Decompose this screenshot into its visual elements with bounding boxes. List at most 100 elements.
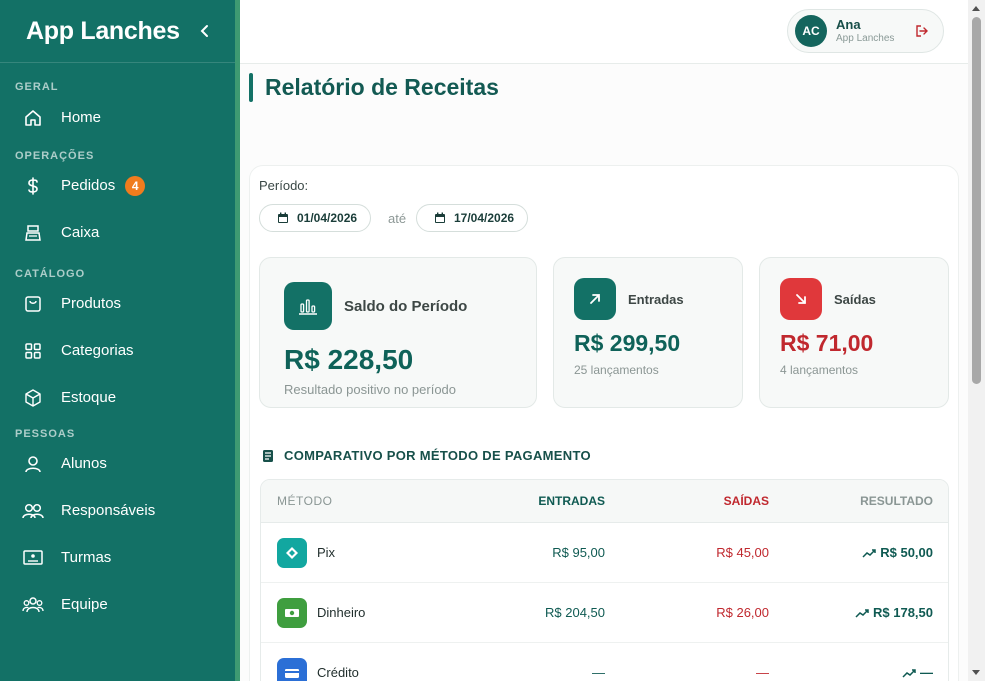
arrow-down-right-icon [780, 278, 822, 320]
sidebar-item-label: Home [61, 109, 102, 126]
start-date: 01/04/2026 [297, 211, 358, 225]
income-sub: 25 lançamentos [574, 363, 659, 377]
team-icon [22, 594, 44, 616]
box-icon [22, 387, 44, 409]
expense-card: Saídas R$ 71,00 4 lançamentos [759, 257, 949, 408]
expense-sub: 4 lançamentos [780, 363, 859, 377]
sidebar-item-produtos[interactable]: Produtos [0, 280, 235, 327]
page-header: Relatório de Receitas [249, 73, 499, 102]
method-name: Pix [317, 545, 336, 560]
users-icon [22, 500, 44, 522]
user-name: Ana [836, 17, 861, 33]
income-card: Entradas R$ 299,50 25 lançamentos [553, 257, 743, 408]
title-accent-bar [249, 73, 253, 102]
header-result: RESULTADO [860, 494, 933, 508]
credit-card-icon [277, 657, 307, 681]
logout-icon[interactable] [915, 24, 929, 38]
end-date-picker[interactable]: 17/04/2026 [416, 204, 529, 232]
period-separator: até [388, 211, 407, 226]
pix-icon [277, 537, 307, 568]
method-name: Crédito [317, 665, 359, 680]
income-amount: R$ 95,00 [552, 545, 605, 560]
sidebar-item-label: Estoque [61, 389, 117, 406]
expense-value: R$ 71,00 [780, 330, 874, 356]
topbar: AC Ana App Lanches [240, 0, 968, 64]
table-row: Crédito — — — [261, 643, 948, 681]
expense-amount: R$ 45,00 [716, 545, 769, 560]
payment-method-table: MÉTODO ENTRADAS SAÍDAS RESULTADO Pix R$ … [260, 479, 949, 681]
header-expense: SAÍDAS [723, 494, 769, 508]
scroll-up-arrow-icon[interactable] [972, 6, 980, 11]
home-icon [22, 107, 44, 129]
sidebar-item-label: Categorias [61, 342, 134, 359]
report-panel: Período: 01/04/2026 até 17/04/2026 Saldo… [249, 165, 959, 681]
start-date-picker[interactable]: 01/04/2026 [259, 204, 372, 232]
pedidos-count-badge: 4 [125, 175, 146, 196]
end-date: 17/04/2026 [454, 211, 515, 225]
expense-amount: R$ 26,00 [716, 605, 769, 620]
result-amount: R$ 50,00 [880, 545, 933, 560]
scroll-down-arrow-icon[interactable] [972, 670, 980, 675]
page-title: Relatório de Receitas [265, 74, 499, 100]
sidebar-item-categorias[interactable]: Categorias [0, 327, 235, 374]
comparison-header: COMPARATIVO POR MÉTODO DE PAGAMENTO [262, 448, 591, 463]
sidebar-item-label: Turmas [61, 549, 112, 566]
product-icon [22, 293, 44, 315]
sidebar-item-caixa[interactable]: Caixa [0, 209, 235, 256]
sidebar-item-pedidos[interactable]: Pedidos 4 [0, 162, 235, 209]
sidebar-item-label: Produtos [61, 295, 122, 312]
user-icon [22, 453, 44, 475]
section-label-operacoes: OPERAÇÕES [15, 150, 95, 162]
arrow-up-right-icon [574, 278, 616, 320]
trend-up-icon [902, 668, 916, 678]
sidebar: App Lanches GERAL Home OPERAÇÕES Pedidos… [0, 0, 235, 681]
section-label-catalogo: CATÁLOGO [15, 268, 86, 280]
result-amount: — [920, 665, 933, 680]
class-board-icon [22, 547, 44, 569]
balance-card: Saldo do Período R$ 228,50 Resultado pos… [259, 257, 537, 408]
sidebar-item-label: Caixa [61, 224, 100, 241]
trend-up-icon [862, 548, 876, 558]
balance-value: R$ 228,50 [284, 344, 414, 375]
income-label: Entradas [628, 292, 684, 307]
user-menu[interactable]: AC Ana App Lanches [787, 9, 944, 53]
table-header: MÉTODO ENTRADAS SAÍDAS RESULTADO [261, 480, 948, 523]
table-row: Pix R$ 95,00 R$ 45,00 R$ 50,00 [261, 523, 948, 583]
calendar-icon [435, 212, 445, 223]
calendar-icon [278, 212, 288, 223]
table-row: Dinheiro R$ 204,50 R$ 26,00 R$ 178,50 [261, 583, 948, 643]
method-name: Dinheiro [317, 605, 366, 620]
period-label: Período: [259, 178, 309, 193]
trend-up-icon [855, 608, 869, 618]
section-label-geral: GERAL [15, 81, 59, 93]
grid-icon [22, 340, 44, 362]
sidebar-item-label: Alunos [61, 455, 107, 472]
app-title: App Lanches [26, 16, 180, 45]
scrollbar-thumb[interactable] [972, 17, 981, 384]
income-amount: — [592, 665, 605, 680]
sidebar-item-estoque[interactable]: Estoque [0, 374, 235, 421]
sidebar-item-alunos[interactable]: Alunos [0, 440, 235, 487]
user-subtitle: App Lanches [836, 32, 895, 44]
cash-icon [277, 597, 307, 628]
balance-label: Saldo do Período [344, 298, 468, 315]
sidebar-item-label: Responsáveis [61, 502, 156, 519]
dollar-icon [22, 175, 44, 197]
sidebar-item-equipe[interactable]: Equipe [0, 581, 235, 628]
sidebar-item-home[interactable]: Home [0, 94, 235, 141]
result-amount: R$ 178,50 [873, 605, 933, 620]
cash-register-icon [22, 222, 44, 244]
receipt-icon [263, 449, 273, 462]
sidebar-item-responsaveis[interactable]: Responsáveis [0, 487, 235, 534]
avatar: AC [795, 15, 827, 47]
comparison-title: COMPARATIVO POR MÉTODO DE PAGAMENTO [284, 448, 591, 463]
sidebar-item-label: Equipe [61, 596, 108, 613]
sidebar-item-turmas[interactable]: Turmas [0, 534, 235, 581]
section-label-pessoas: PESSOAS [15, 428, 76, 440]
header-method: MÉTODO [277, 494, 333, 508]
chart-bars-icon [284, 282, 332, 330]
sidebar-item-label: Pedidos [61, 177, 116, 194]
main-content: AC Ana App Lanches Relatório de Receitas… [240, 0, 968, 681]
income-value: R$ 299,50 [574, 330, 681, 356]
collapse-sidebar-icon[interactable] [196, 22, 214, 40]
